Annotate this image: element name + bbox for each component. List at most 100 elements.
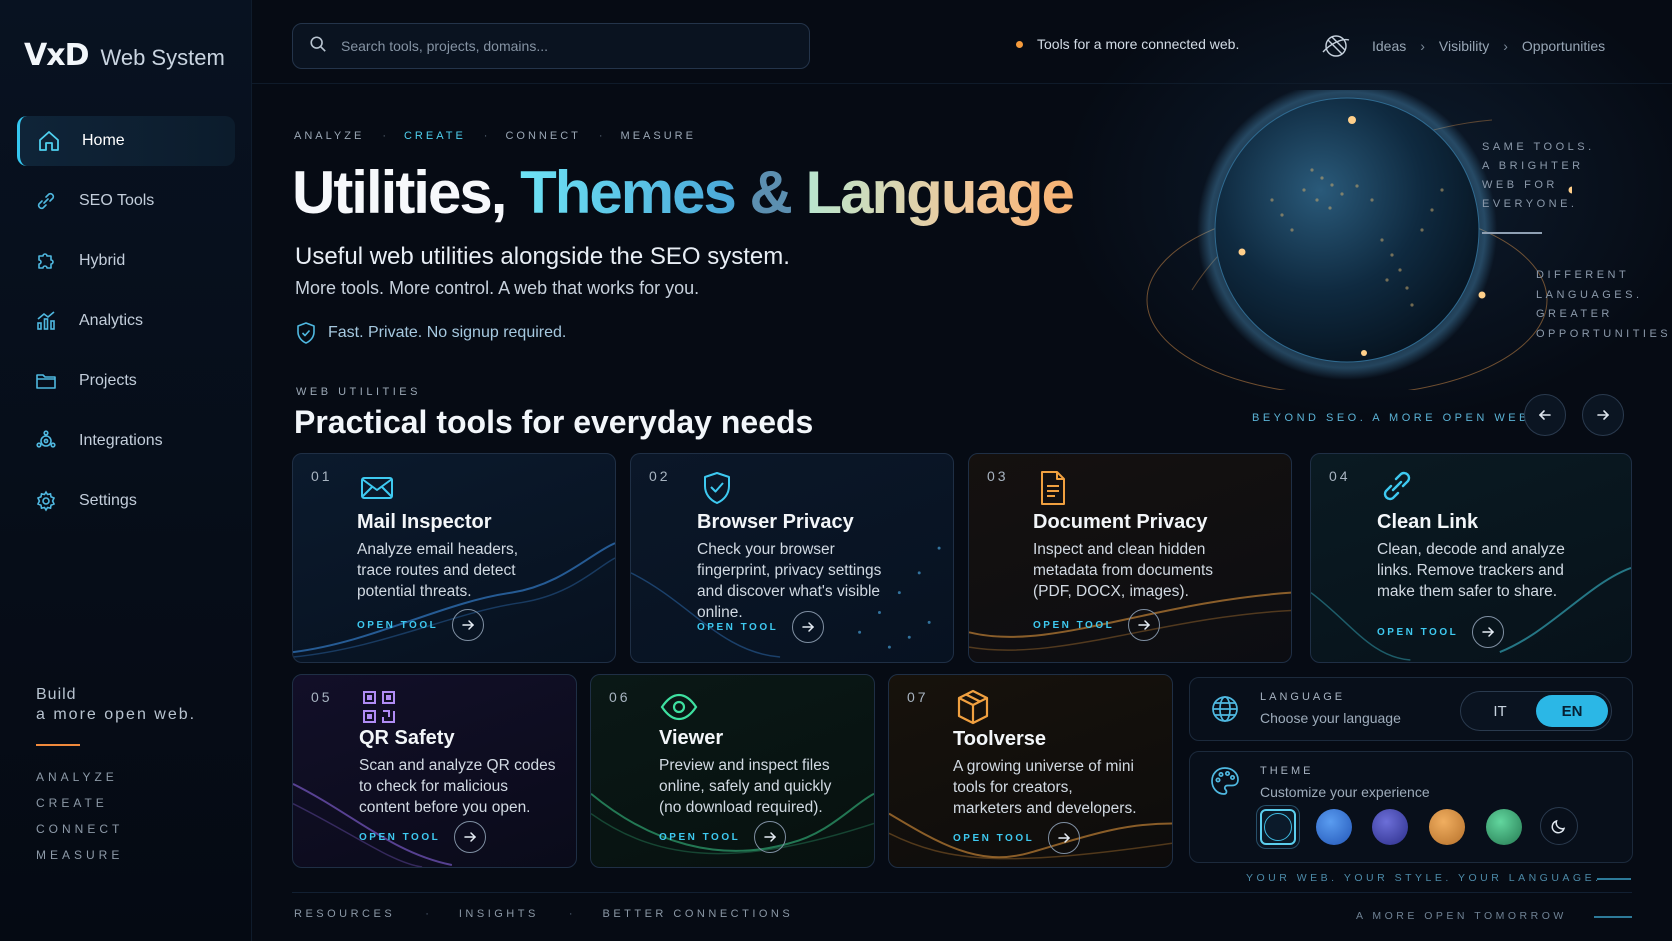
side-note-line: SAME TOOLS. (1482, 141, 1595, 153)
puzzle-icon (33, 248, 59, 274)
open-tool-button[interactable]: OPEN TOOL (953, 822, 1081, 854)
card-title: Document Privacy (1033, 511, 1208, 533)
search-input[interactable] (341, 38, 781, 54)
pill-separator: · (382, 130, 386, 142)
card-description: Inspect and clean hidden metadata from d… (1033, 541, 1214, 600)
theme-label: THEME (1260, 765, 1314, 777)
open-tool-button[interactable]: OPEN TOOL (1377, 616, 1505, 648)
moon-icon (1551, 819, 1566, 834)
sidebar: VxD Web System Home SEO Tools Hybrid Ana… (0, 0, 252, 941)
hero-pill-active: CREATE (403, 130, 466, 142)
hero-pill: MEASURE (620, 130, 696, 142)
title-part-utilities: Utilities, (292, 159, 507, 226)
open-tool-label: OPEN TOOL (1377, 626, 1459, 638)
brand-name: Web System (100, 45, 225, 70)
section-caption: BEYOND SEO. A MORE OPEN WEB. (1252, 412, 1537, 424)
side-note-line: EVERYONE. (1482, 198, 1578, 210)
open-tool-button[interactable]: OPEN TOOL (1033, 609, 1161, 641)
arrow-right-icon (754, 821, 787, 853)
theme-swatch-amber[interactable] (1429, 809, 1465, 845)
sidebar-item-integrations[interactable]: Integrations (17, 416, 235, 466)
tool-card-browser-privacy[interactable]: 02 Browser Privacy Check your browser fi… (630, 453, 954, 663)
open-tool-button[interactable]: OPEN TOOL (697, 611, 825, 643)
language-toggle[interactable]: IT EN (1460, 691, 1612, 731)
carousel-next-button[interactable] (1582, 394, 1624, 436)
sidebar-footer-line1: Build (36, 686, 77, 703)
sidebar-item-home[interactable]: Home (17, 116, 235, 166)
theme-swatch-blue[interactable] (1316, 809, 1352, 845)
theme-sublabel: Customize your experience (1260, 784, 1430, 800)
sidebar-item-projects[interactable]: Projects (17, 356, 235, 406)
brand-mark: VxD (24, 38, 89, 73)
open-tool-label: OPEN TOOL (1033, 619, 1115, 631)
card-number: 02 (649, 468, 671, 484)
theme-swatch-green[interactable] (1486, 809, 1522, 845)
search-icon (309, 35, 327, 58)
card-description: Scan and analyze QR codes to check for m… (359, 757, 556, 816)
hero-badge-text: Fast. Private. No signup required. (328, 324, 567, 341)
card-title: Toolverse (953, 728, 1046, 750)
card-title: Browser Privacy (697, 511, 854, 533)
hero-badge: Fast. Private. No signup required. (294, 321, 566, 345)
sidebar-item-seo-tools[interactable]: SEO Tools (17, 176, 235, 226)
card-title: Viewer (659, 727, 724, 749)
brand-logo[interactable]: VxD Web System (24, 38, 225, 73)
side-note-line: GREATER (1536, 308, 1613, 320)
tool-card-mail-inspector[interactable]: 01 Mail Inspector Analyze email headers,… (292, 453, 616, 663)
footer-link-connections[interactable]: BETTER CONNECTIONS (602, 908, 793, 920)
open-tool-button[interactable]: OPEN TOOL (659, 821, 787, 853)
footer-link-insights[interactable]: INSIGHTS (459, 908, 539, 920)
tool-card-qr-safety[interactable]: 05 QR Safety Scan and analyze QR codes t… (292, 674, 577, 868)
tool-card-clean-link[interactable]: 04 Clean Link Clean, decode and analyze … (1310, 453, 1632, 663)
theme-swatch-dark[interactable] (1260, 809, 1296, 845)
language-panel: LANGUAGE Choose your language IT EN (1189, 677, 1633, 741)
card-title: QR Safety (359, 727, 455, 749)
search-bar[interactable] (292, 23, 810, 69)
tool-card-toolverse[interactable]: 07 Toolverse A growing universe of mini … (888, 674, 1173, 868)
card-title: Clean Link (1377, 511, 1479, 533)
side-note-line: DIFFERENT (1536, 269, 1630, 281)
sidebar-footer-words: ANALYZE CREATE CONNECT MEASURE (36, 770, 196, 862)
shield-check-icon (297, 322, 315, 344)
sidebar-item-analytics[interactable]: Analytics (17, 296, 235, 346)
dark-mode-toggle[interactable] (1540, 807, 1578, 845)
language-sublabel: Choose your language (1260, 710, 1401, 726)
eye-icon (659, 687, 699, 727)
open-tool-button[interactable]: OPEN TOOL (359, 821, 487, 853)
link-icon (33, 188, 59, 214)
open-tool-label: OPEN TOOL (357, 619, 439, 631)
language-option-it[interactable]: IT (1464, 695, 1536, 727)
open-tool-label: OPEN TOOL (359, 831, 441, 843)
sidebar-footer-word: MEASURE (36, 848, 124, 862)
mail-icon (357, 468, 397, 508)
style-tagline: YOUR WEB. YOUR STYLE. YOUR LANGUAGE. (1246, 872, 1602, 884)
side-note-line: LANGUAGES. (1536, 288, 1643, 301)
section-label: WEB UTILITIES (296, 386, 421, 398)
card-number: 07 (907, 689, 929, 705)
hero-subtitle: Useful web utilities alongside the SEO s… (295, 243, 790, 270)
footer-tagline: A MORE OPEN TOMORROW (1356, 910, 1567, 922)
open-tool-label: OPEN TOOL (697, 621, 779, 633)
language-option-en[interactable]: EN (1536, 695, 1608, 727)
open-tool-button[interactable]: OPEN TOOL (357, 609, 485, 641)
sidebar-item-label: Home (82, 132, 125, 149)
header-tagline-text: Tools for a more connected web. (1037, 36, 1240, 52)
sidebar-item-settings[interactable]: Settings (17, 476, 235, 526)
card-number: 04 (1329, 468, 1351, 484)
arrow-right-icon (1128, 609, 1161, 641)
pill-separator: · (483, 130, 488, 142)
breadcrumb-item[interactable]: Visibility (1439, 38, 1489, 54)
footer-link-resources[interactable]: RESOURCES (294, 908, 395, 920)
tool-card-document-privacy[interactable]: 03 Document Privacy Inspect and clean hi… (968, 453, 1292, 663)
card-description: Clean, decode and analyze links. Remove … (1377, 541, 1565, 600)
cube-icon (953, 687, 993, 727)
sidebar-item-hybrid[interactable]: Hybrid (17, 236, 235, 286)
breadcrumb-item[interactable]: Ideas (1372, 38, 1406, 54)
carousel-prev-button[interactable] (1524, 394, 1566, 436)
tool-card-viewer[interactable]: 06 Viewer Preview and inspect files onli… (590, 674, 875, 868)
breadcrumb-item[interactable]: Opportunities (1522, 38, 1605, 54)
theme-swatch-indigo[interactable] (1372, 809, 1408, 845)
card-number: 06 (609, 689, 631, 705)
arrow-right-icon (452, 609, 485, 641)
chain-link-icon (1377, 466, 1417, 506)
